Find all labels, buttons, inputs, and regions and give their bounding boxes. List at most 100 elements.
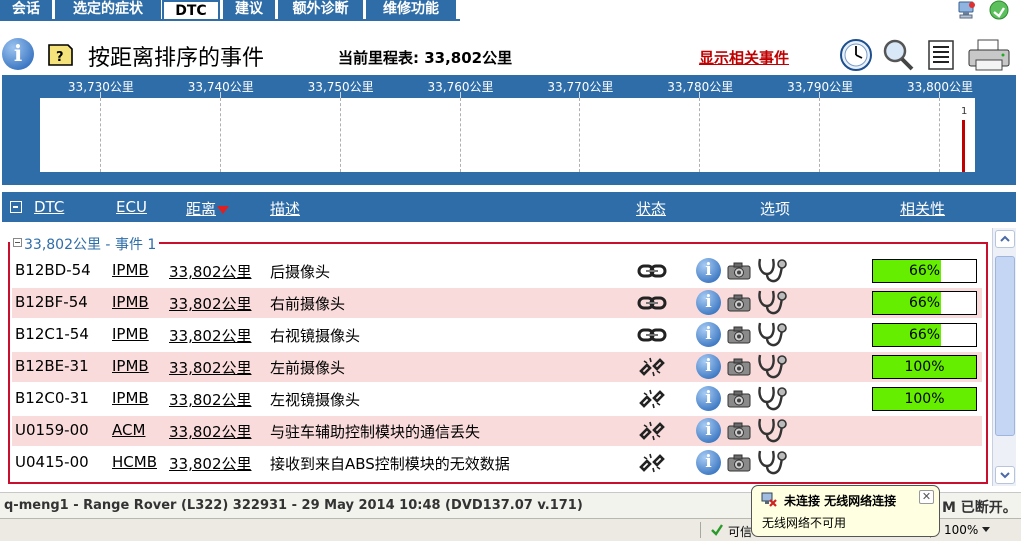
column-dtc[interactable]: DTC [34, 198, 64, 216]
distance-link[interactable]: 33,802公里 [169, 293, 252, 314]
timeline-tick-label: 33,750公里 [307, 80, 374, 94]
dtc-row[interactable]: B12C0-31 IPMB 33,802公里 左视镜摄像头 i 100% [12, 384, 982, 414]
collapse-all-icon[interactable] [10, 201, 22, 213]
show-related-events-link[interactable]: 显示相关事件 [699, 47, 789, 68]
dtc-row[interactable]: B12BD-54 IPMB 33,802公里 后摄像头 i 66% [12, 256, 982, 286]
stethoscope-icon[interactable] [756, 448, 788, 478]
camera-icon[interactable] [727, 422, 751, 440]
printer-icon[interactable] [966, 38, 1012, 72]
timeline-tick-label: 33,740公里 [187, 80, 254, 94]
info-icon[interactable]: i [696, 322, 721, 347]
distance-link[interactable]: 33,802公里 [169, 325, 252, 346]
dtc-code: B12BE-31 [15, 357, 89, 375]
timeline-gridline [819, 98, 821, 172]
ecu-link[interactable]: IPMB [112, 389, 149, 407]
clock-icon[interactable] [839, 38, 873, 72]
dtc-row[interactable]: U0159-00 ACM 33,802公里 与驻车辅助控制模块的通信丢失 i [12, 416, 982, 446]
dtc-row[interactable]: B12C1-54 IPMB 33,802公里 右视镜摄像头 i 66% [12, 320, 982, 350]
page-title: 按距离排序的事件 [88, 46, 265, 71]
group-collapse-icon[interactable] [13, 238, 22, 247]
event-group-legend[interactable]: 33,802公里 - 事件 1 [10, 234, 160, 254]
timeline-event-bar[interactable] [962, 120, 965, 172]
distance-link[interactable]: 33,802公里 [169, 357, 252, 378]
broken-chain-icon [639, 453, 665, 473]
relevance-value: 100% [904, 391, 945, 407]
dtc-description: 与驻车辅助控制模块的通信丢失 [270, 423, 481, 441]
dtc-row[interactable]: U0415-00 HCMB 33,802公里 接收到来自ABS控制模块的无效数据 i [12, 448, 982, 478]
dtc-row[interactable]: B12BE-31 IPMB 33,802公里 左前摄像头 i 100% [12, 352, 982, 382]
info-icon[interactable]: i [696, 418, 721, 443]
refresh-icon[interactable] [988, 0, 1010, 20]
camera-icon[interactable] [727, 358, 751, 376]
dtc-description: 后摄像头 [270, 263, 331, 281]
dtc-description: 左视镜摄像头 [270, 391, 361, 409]
dtc-description: 右视镜摄像头 [270, 327, 361, 345]
zoom-level[interactable]: 100% [944, 523, 978, 537]
distance-link[interactable]: 33,802公里 [169, 261, 252, 282]
ecu-link[interactable]: IPMB [112, 357, 149, 375]
event-group-title: 33,802公里 - 事件 1 [24, 237, 157, 253]
scroll-up-button[interactable] [995, 230, 1015, 248]
dtc-description: 左前摄像头 [270, 359, 346, 377]
column-ecu[interactable]: ECU [116, 198, 147, 216]
tab-dtc[interactable]: DTC [162, 0, 220, 20]
wireless-notification-balloon[interactable]: 未连接 无线网络连接 ✕ 无线网络不可用 [751, 485, 940, 537]
vertical-scrollbar[interactable] [992, 228, 1016, 486]
info-icon[interactable]: i [696, 354, 721, 379]
ecu-link[interactable]: IPMB [112, 325, 149, 343]
stethoscope-icon[interactable] [756, 256, 788, 286]
note-icon[interactable]: ? [46, 42, 74, 68]
tab-repair-functions[interactable]: 维修功能 [366, 0, 456, 20]
tab-session[interactable]: 会话 [0, 0, 52, 20]
camera-icon[interactable] [727, 326, 751, 344]
stethoscope-icon[interactable] [756, 352, 788, 382]
tab-selected-symptoms[interactable]: 选定的症状 [55, 0, 161, 20]
info-icon[interactable]: i [2, 38, 34, 70]
chevron-up-icon [1000, 235, 1010, 242]
connection-icon[interactable] [955, 0, 977, 20]
dtc-row[interactable]: B12BF-54 IPMB 33,802公里 右前摄像头 i 66% [12, 288, 982, 318]
tab-recommendations[interactable]: 建议 [223, 0, 275, 20]
ecu-link[interactable]: IPMB [112, 293, 149, 311]
relevance-value: 66% [908, 263, 941, 279]
ecu-link[interactable]: ACM [112, 421, 145, 439]
balloon-message: 无线网络不可用 [762, 516, 847, 530]
relevance-bar: 100% [872, 387, 977, 411]
list-icon[interactable] [925, 38, 959, 72]
stethoscope-icon[interactable] [756, 384, 788, 414]
scroll-thumb[interactable] [995, 256, 1015, 436]
search-icon[interactable] [881, 38, 915, 72]
camera-icon[interactable] [727, 390, 751, 408]
tab-extra-diagnostics[interactable]: 额外诊断 [278, 0, 363, 20]
stethoscope-icon[interactable] [756, 320, 788, 350]
camera-icon[interactable] [727, 454, 751, 472]
chain-link-icon [637, 264, 667, 278]
camera-icon[interactable] [727, 262, 751, 280]
column-distance[interactable]: 距离 [186, 198, 230, 219]
stethoscope-icon[interactable] [756, 416, 788, 446]
balloon-close-button[interactable]: ✕ [919, 490, 934, 504]
distance-link[interactable]: 33,802公里 [169, 453, 252, 474]
dtc-code: U0415-00 [15, 453, 89, 471]
main-tab-bar: 会话 选定的症状 DTC 建议 额外诊断 维修功能 [0, 0, 1021, 21]
distance-link[interactable]: 33,802公里 [169, 421, 252, 442]
camera-icon[interactable] [727, 294, 751, 312]
info-icon[interactable]: i [696, 386, 721, 411]
ecu-link[interactable]: HCMB [112, 453, 157, 471]
column-status[interactable]: 状态 [636, 198, 666, 219]
relevance-value: 100% [904, 359, 945, 375]
distance-link[interactable]: 33,802公里 [169, 389, 252, 410]
column-relevance[interactable]: 相关性 [900, 198, 945, 219]
scroll-down-button[interactable] [995, 466, 1015, 484]
ecu-link[interactable]: IPMB [112, 261, 149, 279]
dtc-code: B12BF-54 [15, 293, 88, 311]
info-icon[interactable]: i [696, 450, 721, 475]
dtc-description: 右前摄像头 [270, 295, 346, 313]
chain-link-icon [637, 296, 667, 310]
info-icon[interactable]: i [696, 258, 721, 283]
zoom-dropdown-icon[interactable] [982, 527, 990, 533]
stethoscope-icon[interactable] [756, 288, 788, 318]
info-icon[interactable]: i [696, 290, 721, 315]
column-description[interactable]: 描述 [270, 198, 300, 219]
dtc-code: B12BD-54 [15, 261, 91, 279]
